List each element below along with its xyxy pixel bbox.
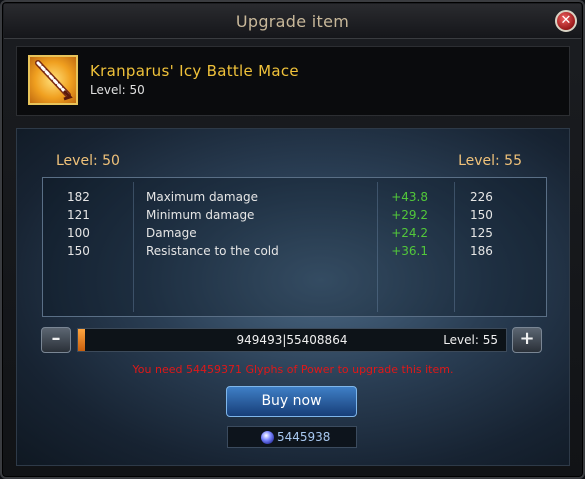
mace-icon bbox=[28, 55, 78, 105]
gem-icon bbox=[261, 431, 274, 444]
stat-new-value: 186 bbox=[470, 244, 493, 258]
stat-new-value: 226 bbox=[470, 190, 493, 204]
stat-name: Maximum damage bbox=[146, 190, 258, 204]
stat-name: Damage bbox=[146, 226, 197, 240]
stat-increase: +24.2 bbox=[391, 226, 428, 240]
increase-level-button[interactable]: + bbox=[512, 327, 542, 353]
window-title: Upgrade item bbox=[235, 12, 350, 31]
slider-level-label: Level: 55 bbox=[443, 333, 498, 347]
stat-name: Resistance to the cold bbox=[146, 244, 279, 258]
stat-current-value: 100 bbox=[67, 226, 90, 240]
stats-table: 182 Maximum damage +43.8 226 121 Minimum… bbox=[42, 177, 547, 317]
glyph-progress-value: 949493|55408864 bbox=[236, 333, 348, 347]
stat-name: Minimum damage bbox=[146, 208, 255, 222]
stat-current-value: 150 bbox=[67, 244, 90, 258]
currency-value: 5445938 bbox=[277, 430, 331, 444]
stat-new-value: 125 bbox=[470, 226, 493, 240]
target-level-label: Level: 55 bbox=[458, 153, 522, 169]
currency-balance: 5445938 bbox=[227, 426, 357, 448]
stat-increase: +29.2 bbox=[391, 208, 428, 222]
current-level-label: Level: 50 bbox=[56, 153, 120, 169]
stat-increase: +36.1 bbox=[391, 244, 428, 258]
stat-increase: +43.8 bbox=[391, 190, 428, 204]
item-level: Level: 50 bbox=[90, 83, 145, 97]
table-row: 150 Resistance to the cold +36.1 186 bbox=[43, 244, 546, 262]
upgrade-item-window: Upgrade item ✕ Kranparus' Icy Battle Mac… bbox=[0, 0, 585, 479]
buy-now-button[interactable]: Buy now bbox=[226, 386, 357, 417]
item-name: Kranparus' Icy Battle Mace bbox=[90, 62, 299, 80]
upgrade-level-slider[interactable]: 949493|55408864 Level: 55 bbox=[77, 328, 507, 352]
close-icon[interactable]: ✕ bbox=[555, 10, 577, 32]
table-row: 182 Maximum damage +43.8 226 bbox=[43, 190, 546, 208]
table-row: 100 Damage +24.2 125 bbox=[43, 226, 546, 244]
decrease-level-button[interactable]: – bbox=[41, 327, 71, 353]
stat-new-value: 150 bbox=[470, 208, 493, 222]
glyphs-warning-text: You need 54459371 Glyphs of Power to upg… bbox=[132, 363, 454, 376]
item-header: Kranparus' Icy Battle Mace Level: 50 bbox=[16, 46, 570, 116]
table-row: 121 Minimum damage +29.2 150 bbox=[43, 208, 546, 226]
title-bar: Upgrade item ✕ bbox=[4, 4, 581, 39]
stat-current-value: 121 bbox=[67, 208, 90, 222]
upgrade-panel: Level: 50 Level: 55 182 Maximum damage +… bbox=[16, 128, 570, 466]
stat-current-value: 182 bbox=[67, 190, 90, 204]
